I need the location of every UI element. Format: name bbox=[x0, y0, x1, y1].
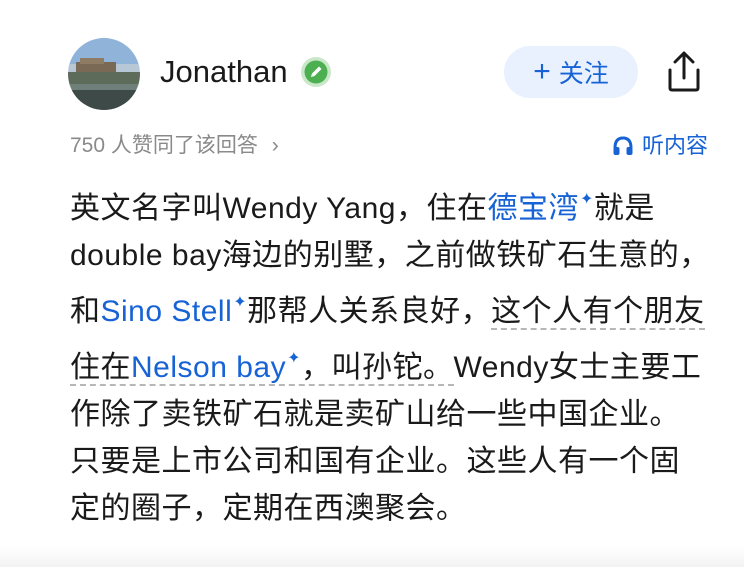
link-nelson-bay[interactable]: Nelson bay✦ bbox=[131, 350, 301, 384]
listen-label: 听内容 bbox=[641, 133, 708, 158]
chevron-right-icon: › bbox=[271, 134, 279, 157]
sparkle-icon: ✦ bbox=[233, 294, 248, 311]
avatar[interactable] bbox=[68, 38, 140, 110]
content-text: 那帮人关系良好， bbox=[247, 295, 492, 328]
headphones-icon bbox=[613, 136, 633, 155]
pencil-badge-icon bbox=[300, 56, 332, 88]
listen-button[interactable]: 听内容 bbox=[612, 131, 708, 161]
follow-button[interactable]: + 关注 bbox=[504, 46, 638, 98]
content-text: 英文名字叫Wendy Yang，住在 bbox=[70, 192, 488, 225]
sparkle-icon: ✦ bbox=[579, 191, 594, 208]
content-text: ，叫孙铊。 bbox=[301, 351, 454, 384]
share-button[interactable] bbox=[664, 50, 704, 94]
landscape-photo-avatar-icon bbox=[68, 38, 140, 110]
votes-count: 750 人赞同了该回答 bbox=[70, 134, 258, 157]
link-text: Nelson bay bbox=[131, 351, 287, 384]
follow-label: 关注 bbox=[558, 60, 609, 88]
link-text: Sino Stell bbox=[100, 295, 233, 328]
sparkle-icon: ✦ bbox=[287, 350, 301, 367]
link-debaowan[interactable]: 德宝湾✦ bbox=[487, 191, 594, 225]
bottom-fade bbox=[0, 547, 744, 567]
link-sino-stell[interactable]: Sino Stell✦ bbox=[100, 294, 248, 328]
plus-icon: + bbox=[533, 55, 551, 88]
votes-link[interactable]: 750 人赞同了该回答 › bbox=[70, 131, 279, 161]
author-name[interactable]: Jonathan bbox=[160, 52, 288, 92]
answer-header: Jonathan + 关注 bbox=[0, 0, 744, 130]
link-text: 德宝湾 bbox=[487, 192, 579, 225]
answer-content: 英文名字叫Wendy Yang，住在德宝湾✦就是double bay海边的别墅，… bbox=[70, 176, 710, 532]
share-icon bbox=[668, 51, 700, 92]
